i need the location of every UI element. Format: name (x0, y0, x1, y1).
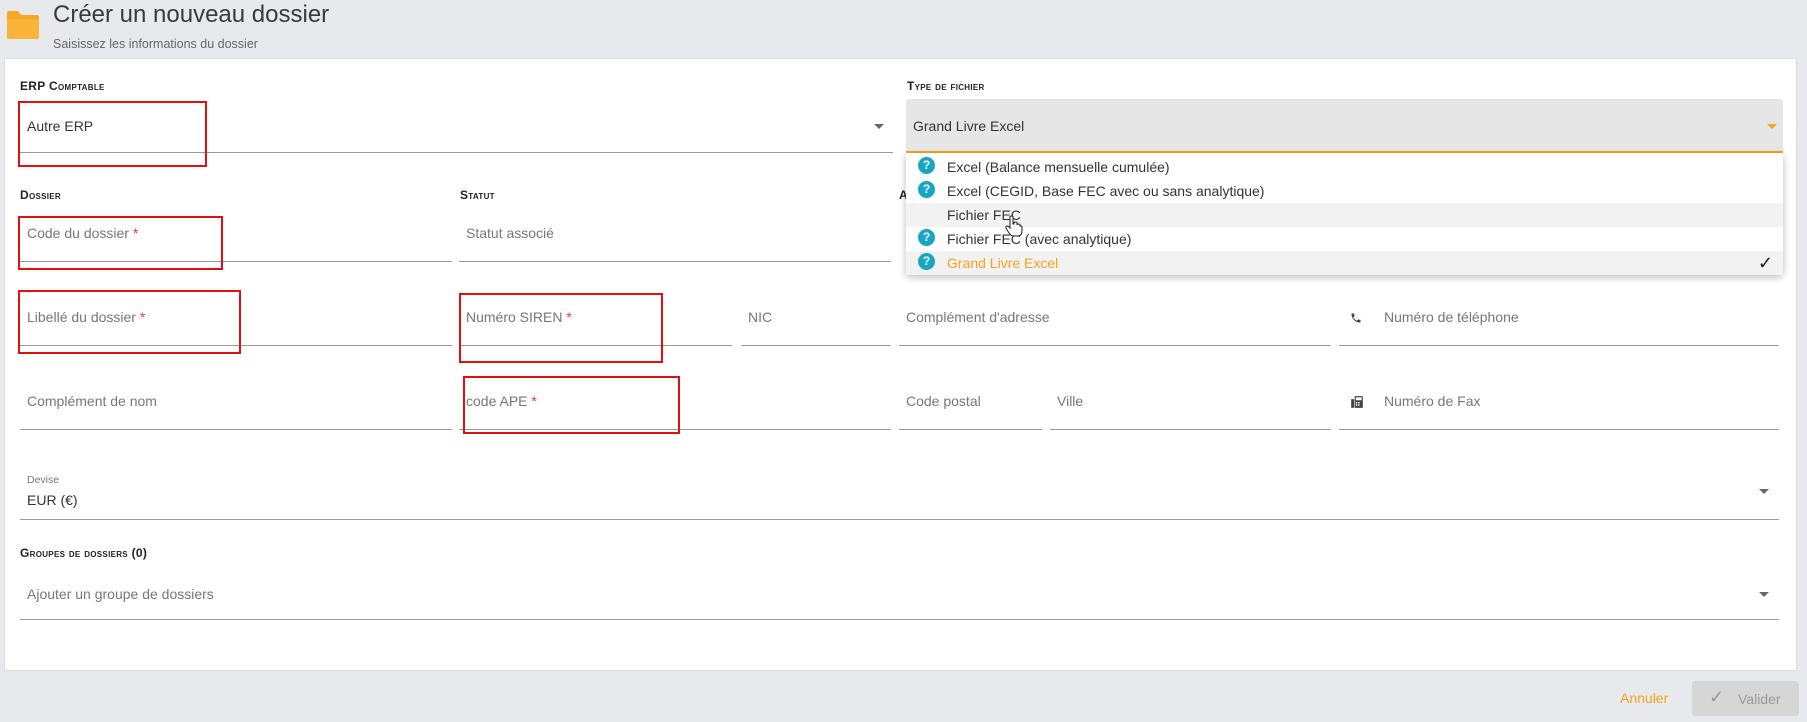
help-icon[interactable]: ? (918, 229, 935, 246)
file-type-dropdown: ? Excel (Balance mensuelle cumulée) ? Ex… (906, 153, 1783, 275)
help-icon[interactable]: ? (918, 157, 935, 174)
siren-field[interactable]: Numéro SIREN * (459, 296, 732, 346)
option-label: Excel (Balance mensuelle cumulée) (947, 159, 1170, 175)
libelle-dossier-field[interactable]: Libellé du dossier * (20, 296, 452, 346)
code-postal-field[interactable]: Code postal (899, 380, 1042, 430)
complement-adresse-placeholder: Complément d'adresse (906, 309, 1050, 325)
required-mark: * (531, 393, 537, 409)
devise-value: EUR (€) (27, 492, 78, 508)
ape-field[interactable]: code APE * (459, 380, 891, 430)
required-mark: * (566, 309, 572, 325)
option-label: Fichier FEC (avec analytique) (947, 231, 1132, 247)
erp-select[interactable]: Autre ERP (20, 99, 893, 153)
complement-nom-placeholder: Complément de nom (27, 393, 157, 409)
validate-label: Valider (1738, 691, 1781, 707)
groupes-select[interactable]: Ajouter un groupe de dossiers (20, 568, 1779, 620)
validate-button[interactable]: ✓ Valider (1692, 681, 1799, 716)
file-type-option[interactable]: ? Fichier FEC (avec analytique) (906, 227, 1783, 251)
dossier-label: Dossier (20, 188, 61, 202)
fax-field[interactable]: Numéro de Fax (1339, 380, 1779, 430)
page-subtitle: Saisissez les informations du dossier (53, 37, 258, 51)
help-icon[interactable]: ? (918, 253, 935, 270)
file-type-option-selected[interactable]: ? Grand Livre Excel ✓ (906, 251, 1783, 275)
ape-placeholder: code APE (466, 393, 528, 409)
chevron-down-icon (1767, 124, 1777, 129)
groupes-placeholder: Ajouter un groupe de dossiers (27, 586, 214, 602)
ville-placeholder: Ville (1057, 393, 1084, 409)
folder-icon (7, 11, 39, 39)
erp-label: ERP Comptable (20, 79, 105, 93)
nic-placeholder: NIC (748, 309, 773, 325)
statut-field[interactable]: Statut associé (459, 212, 891, 262)
ville-field[interactable]: Ville (1050, 380, 1331, 430)
chevron-down-icon (1759, 489, 1769, 494)
statut-label: Statut (460, 188, 495, 202)
phone-field[interactable]: Numéro de téléphone (1339, 296, 1779, 346)
file-type-option[interactable]: ? Excel (CEGID, Base FEC avec ou sans an… (906, 179, 1783, 203)
code-dossier-field[interactable]: Code du dossier * (20, 212, 452, 262)
chevron-down-icon (874, 124, 884, 129)
siren-placeholder: Numéro SIREN (466, 309, 563, 325)
help-icon[interactable]: ? (918, 181, 935, 198)
phone-icon (1351, 313, 1361, 323)
option-label: Excel (CEGID, Base FEC avec ou sans anal… (947, 183, 1265, 199)
code-postal-placeholder: Code postal (906, 393, 981, 409)
devise-label: Devise (27, 474, 60, 486)
erp-value: Autre ERP (27, 118, 94, 134)
statut-placeholder: Statut associé (466, 225, 554, 241)
fax-placeholder: Numéro de Fax (1384, 393, 1481, 409)
libelle-dossier-placeholder: Libellé du dossier (27, 309, 136, 325)
file-type-value: Grand Livre Excel (913, 118, 1025, 134)
required-mark: * (139, 309, 146, 325)
nic-field[interactable]: NIC (741, 296, 891, 346)
complement-nom-field[interactable]: Complément de nom (20, 380, 452, 430)
file-type-option[interactable]: ? Excel (Balance mensuelle cumulée) (906, 155, 1783, 179)
chevron-down-icon (1759, 592, 1769, 597)
check-icon: ✓ (1757, 253, 1773, 273)
fax-icon (1351, 396, 1363, 408)
groupes-label: Groupes de dossiers (0) (20, 546, 148, 560)
complement-adresse-field[interactable]: Complément d'adresse (899, 296, 1331, 346)
phone-placeholder: Numéro de téléphone (1384, 309, 1519, 325)
check-icon: ✓ (1709, 687, 1725, 707)
file-type-label: Type de fichier (907, 79, 985, 93)
devise-select[interactable]: Devise EUR (€) (20, 466, 1779, 520)
file-type-option[interactable]: Fichier FEC (906, 203, 1783, 227)
cancel-button[interactable]: Annuler (1620, 690, 1668, 706)
option-label: Grand Livre Excel (947, 255, 1059, 271)
page-title: Créer un nouveau dossier (53, 1, 330, 28)
file-type-select[interactable]: Grand Livre Excel (906, 99, 1783, 153)
code-dossier-placeholder: Code du dossier (27, 225, 129, 241)
hand-pointer-icon (1005, 215, 1023, 237)
required-mark: * (132, 225, 139, 241)
